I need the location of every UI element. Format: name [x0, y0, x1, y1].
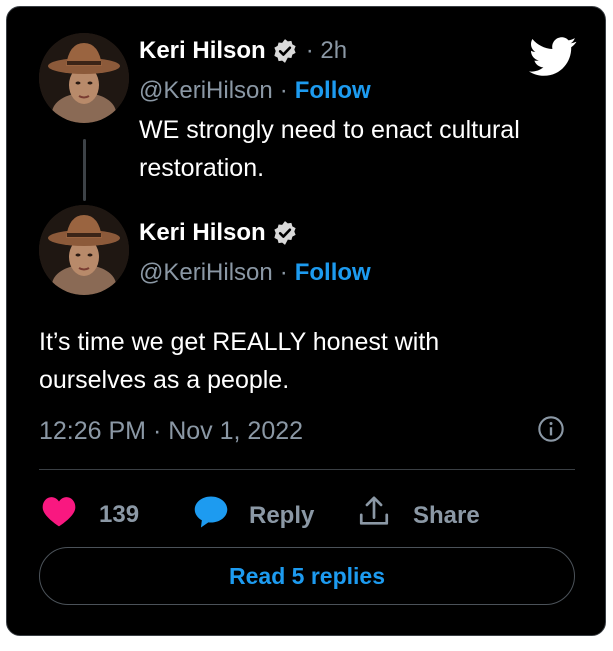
verified-badge-icon [272, 220, 298, 246]
heart-icon [41, 495, 77, 534]
follow-button[interactable]: Follow [295, 259, 371, 287]
tweet2-text: It’s time we get REALLY honest with ours… [39, 328, 440, 394]
tweet2-author-row: Keri Hilson [139, 219, 298, 247]
tweet-embed-card: Keri Hilson · 2h @KeriHilson · Follow WE… [6, 6, 606, 636]
author-name[interactable]: Keri Hilson [139, 37, 266, 65]
share-icon [357, 495, 391, 536]
reply-button[interactable]: Reply [193, 495, 314, 536]
like-count: 139 [99, 500, 140, 528]
author-name[interactable]: Keri Hilson [139, 219, 266, 247]
author-handle[interactable]: @KeriHilson [139, 259, 273, 287]
tweet2-handle-row: @KeriHilson · Follow [139, 259, 371, 287]
tweet1-text: WE strongly need to enact cultural resto… [139, 116, 520, 182]
like-button[interactable]: 139 [41, 495, 139, 534]
tweet1-author-row: Keri Hilson · 2h [139, 37, 347, 65]
separator-dot: · [279, 77, 288, 104]
thread-connector-line [83, 139, 86, 201]
follow-button[interactable]: Follow [295, 77, 371, 105]
share-button[interactable]: Share [357, 495, 480, 536]
divider [39, 469, 575, 470]
info-icon[interactable] [537, 415, 565, 448]
read-replies-button[interactable]: Read 5 replies [39, 547, 575, 605]
read-replies-label: Read 5 replies [229, 562, 385, 589]
tweet-time-ago[interactable]: · 2h [306, 37, 347, 65]
tweet-timestamp[interactable]: 12:26 PM · Nov 1, 2022 [39, 417, 303, 446]
twitter-bird-icon[interactable] [529, 37, 577, 82]
avatar[interactable] [39, 205, 129, 295]
reply-label: Reply [249, 501, 315, 529]
reply-bubble-icon [193, 495, 229, 536]
author-handle[interactable]: @KeriHilson [139, 77, 273, 105]
verified-badge-icon [272, 38, 298, 64]
tweet1-handle-row: @KeriHilson · Follow [139, 77, 371, 105]
share-label: Share [413, 501, 480, 529]
avatar[interactable] [39, 33, 129, 123]
separator-dot: · [279, 259, 288, 286]
